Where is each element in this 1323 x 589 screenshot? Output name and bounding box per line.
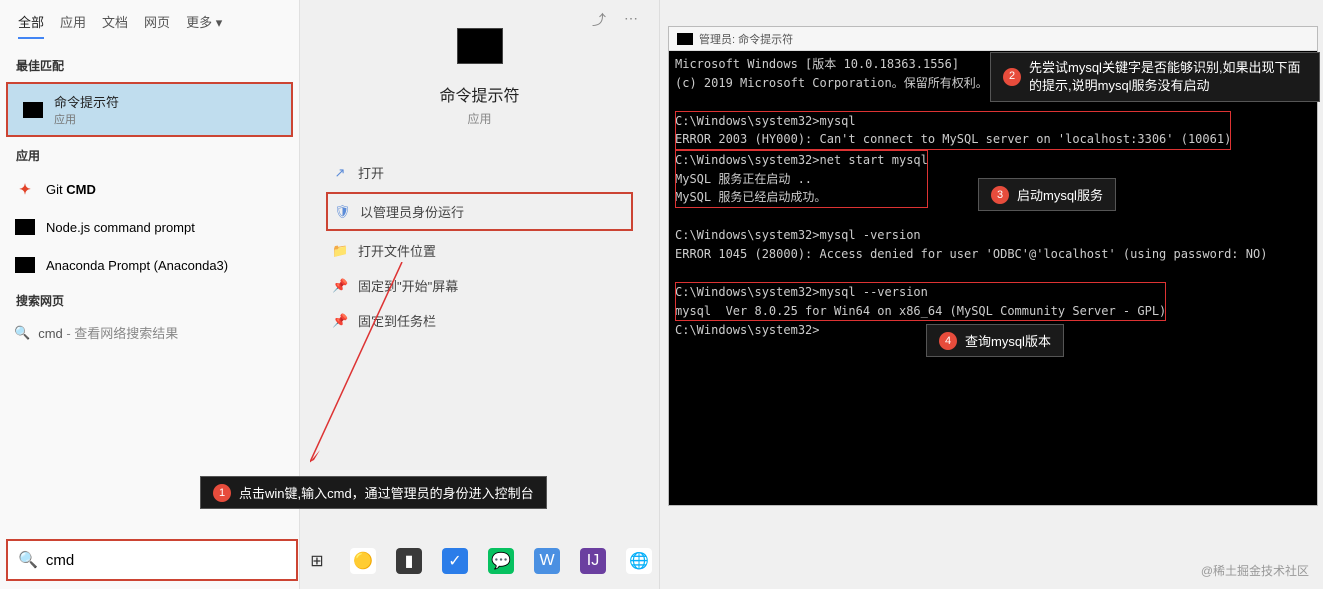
callout-2: 2 先尝试mysql关键字是否能够识别,如果出现下面的提示,说明mysql服务没… xyxy=(990,52,1320,102)
search-bar[interactable]: 🔍 xyxy=(6,539,298,581)
wechat-icon[interactable]: 💬 xyxy=(488,548,514,574)
tab-docs[interactable]: 文档 xyxy=(102,12,128,39)
search-icon: 🔍 xyxy=(14,325,30,341)
action-run-as-admin[interactable]: 🛡以管理员身份运行 xyxy=(326,192,633,231)
titlebar[interactable]: 管理员: 命令提示符 xyxy=(669,27,1317,51)
action-pin-taskbar[interactable]: 📌固定到任务栏 xyxy=(326,303,633,338)
shield-icon: 🛡 xyxy=(334,204,350,220)
tab-all[interactable]: 全部 xyxy=(18,12,44,39)
search-icon: 🔍 xyxy=(18,550,38,570)
terminal-icon[interactable]: ▮ xyxy=(396,548,422,574)
tab-apps[interactable]: 应用 xyxy=(60,12,86,39)
intellij-icon[interactable]: IJ xyxy=(580,548,606,574)
result-sub: 应用 xyxy=(54,111,119,127)
node-icon xyxy=(14,216,36,238)
search-input[interactable] xyxy=(46,552,286,569)
taskbar: ⊞ 🟡 ▮ ✓ 💬 W IJ 🌐 xyxy=(304,543,652,579)
badge-2: 2 xyxy=(1003,68,1021,86)
search-tabs: 全部 应用 文档 网页 更多 ▾ xyxy=(0,8,299,49)
open-icon: ↗ xyxy=(332,165,348,181)
ellipsis-icon[interactable]: ⋯ xyxy=(624,10,638,30)
header-icons: ⤴ ⋯ xyxy=(582,0,648,40)
tab-more[interactable]: 更多 ▾ xyxy=(186,12,222,39)
edge-icon[interactable]: 🌐 xyxy=(626,548,652,574)
web-search-cmd[interactable]: 🔍 cmd - 查看网络搜索结果 xyxy=(0,315,299,350)
badge-3: 3 xyxy=(991,186,1009,204)
taskview-icon[interactable]: ⊞ xyxy=(304,548,330,574)
preview-sub: 应用 xyxy=(467,110,491,127)
preview-title: 命令提示符 xyxy=(439,82,519,106)
badge-1: 1 xyxy=(213,484,231,502)
action-open-location[interactable]: 📁打开文件位置 xyxy=(326,233,633,268)
result-git-cmd[interactable]: ✦ Git CMD xyxy=(0,170,299,208)
cmd-icon xyxy=(22,99,44,121)
action-open[interactable]: ↗打开 xyxy=(326,155,633,190)
badge-4: 4 xyxy=(939,332,957,350)
section-apps: 应用 xyxy=(0,139,299,170)
preview-app-icon xyxy=(457,28,503,64)
todo-icon[interactable]: ✓ xyxy=(442,548,468,574)
tab-web[interactable]: 网页 xyxy=(144,12,170,39)
action-pin-start[interactable]: 📌固定到"开始"屏幕 xyxy=(326,268,633,303)
pin-icon: 📌 xyxy=(332,278,348,294)
callout-3: 3 启动mysql服务 xyxy=(978,178,1116,211)
result-cmd[interactable]: 命令提示符 应用 xyxy=(6,82,293,137)
result-nodejs-prompt[interactable]: Node.js command prompt xyxy=(0,208,299,246)
console-output[interactable]: Microsoft Windows [版本 10.0.18363.1556] (… xyxy=(669,51,1317,505)
folder-icon: 📁 xyxy=(332,243,348,259)
chrome-icon[interactable]: 🟡 xyxy=(350,548,376,574)
result-anaconda-prompt[interactable]: Anaconda Prompt (Anaconda3) xyxy=(0,246,299,284)
section-best-match: 最佳匹配 xyxy=(0,49,299,80)
wps-icon[interactable]: W xyxy=(534,548,560,574)
section-search-web: 搜索网页 xyxy=(0,284,299,315)
anaconda-icon xyxy=(14,254,36,276)
pin-icon: 📌 xyxy=(332,313,348,329)
callout-4: 4 查询mysql版本 xyxy=(926,324,1064,357)
watermark: @稀土掘金技术社区 xyxy=(1201,562,1309,579)
feedback-icon[interactable]: ⤴ xyxy=(592,10,606,30)
cmd-title-icon xyxy=(677,33,693,45)
result-title: 命令提示符 xyxy=(54,92,119,111)
callout-1: 1 点击win键,输入cmd，通过管理员的身份进入控制台 xyxy=(200,476,547,509)
git-icon: ✦ xyxy=(14,178,36,200)
